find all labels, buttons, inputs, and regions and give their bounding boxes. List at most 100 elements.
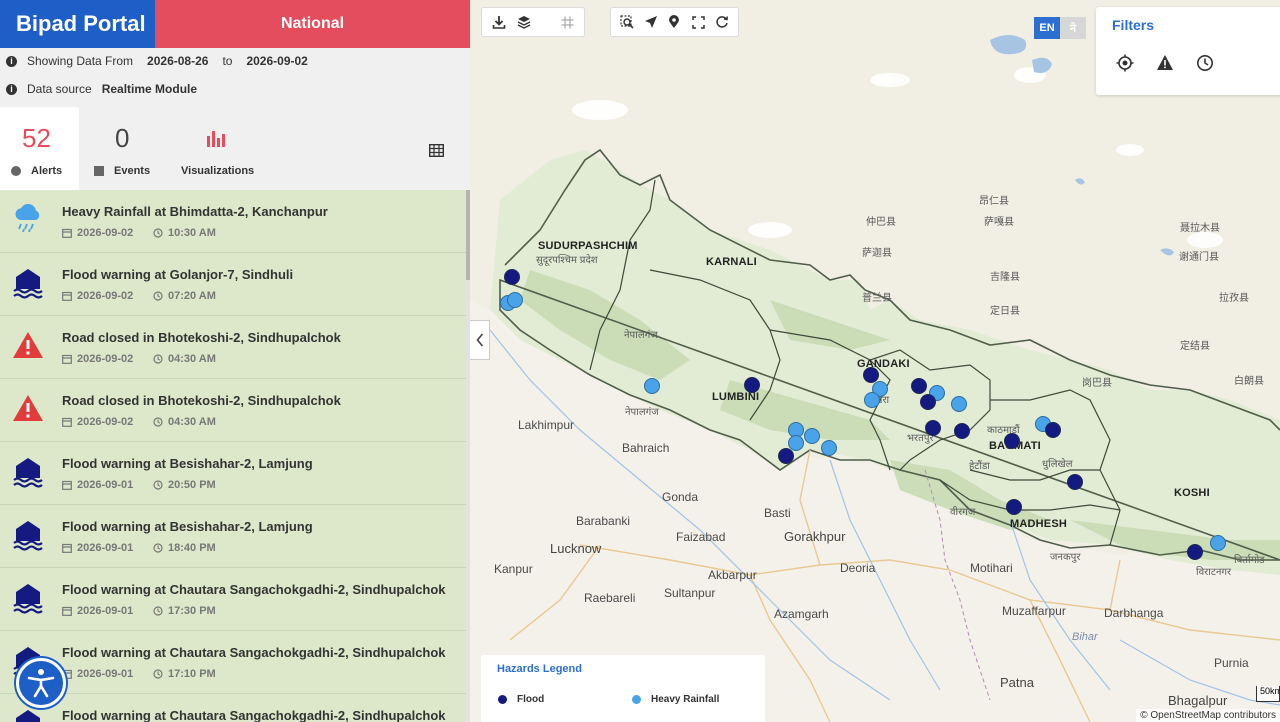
flood-marker[interactable] [911, 378, 927, 394]
fullscreen-icon[interactable] [688, 11, 708, 33]
map-attribution[interactable]: © OpenStreetMap contributors [1136, 709, 1280, 722]
alert-time: 07:20 AM [153, 290, 216, 302]
alert-item[interactable]: Road closed in Bhotekoshi-2, Sindhupalch… [0, 316, 466, 379]
refresh-icon[interactable] [712, 11, 732, 33]
target-location-icon[interactable] [1116, 54, 1134, 72]
alert-time: 17:10 PM [153, 668, 216, 680]
alert-time: 20:50 PM [153, 479, 216, 491]
layers-icon[interactable] [513, 11, 534, 33]
table-view-icon[interactable] [428, 143, 445, 158]
legend-title: Hazards Legend [497, 663, 582, 675]
alert-item[interactable]: Flood warning at Besishahar-2, Lamjung 20… [0, 505, 466, 568]
alert-title: Road closed in Bhotekoshi-2, Sindhupalch… [62, 393, 341, 408]
tab-visualizations[interactable]: Visualizations [165, 107, 275, 190]
clock-icon[interactable] [1196, 54, 1214, 72]
flood-marker[interactable] [1006, 499, 1022, 515]
alert-item[interactable]: Flood warning at Chautara Sangachokgadhi… [0, 631, 466, 694]
sidebar: Bipad Portal National i Showing Data Fro… [0, 0, 470, 722]
alert-item[interactable]: Road closed in Bhotekoshi-2, Sindhupalch… [0, 379, 466, 442]
flood-marker[interactable] [778, 448, 794, 464]
calendar-icon [62, 228, 72, 238]
accessibility-button[interactable] [16, 658, 66, 708]
flood-marker[interactable] [1004, 433, 1020, 449]
scroll-thumb[interactable] [466, 190, 470, 280]
legend-item-flood: Flood [498, 694, 544, 705]
flood-marker[interactable] [504, 269, 520, 285]
zoom-region-icon[interactable] [617, 11, 637, 33]
rain-marker[interactable] [507, 292, 523, 308]
lang-en-button[interactable]: EN [1034, 17, 1060, 39]
place-label: Motihari [970, 561, 1013, 575]
flood-marker[interactable] [920, 394, 936, 410]
bar-chart-icon [206, 128, 228, 153]
tab-alerts[interactable]: 52 Alerts [0, 107, 79, 190]
place-label: 拉孜县 [1219, 293, 1249, 304]
legend-label: Heavy Rainfall [651, 694, 720, 705]
download-icon[interactable] [488, 11, 509, 33]
rain-marker[interactable] [1210, 535, 1226, 551]
flood-icon [12, 267, 44, 299]
clock-icon [153, 228, 163, 238]
place-label: नेपालगंज [625, 407, 659, 418]
calendar-icon [62, 291, 72, 301]
hazard-warning-icon[interactable] [1156, 54, 1174, 72]
calendar-icon [62, 354, 72, 364]
place-label: 萨嘎县 [984, 217, 1014, 228]
alert-time: 10:30 AM [153, 227, 216, 239]
alert-item[interactable]: Flood warning at Chautara Sangachokgadhi… [0, 568, 466, 631]
rain-marker[interactable] [804, 428, 820, 444]
map-toolbar-left [481, 7, 585, 37]
grid-icon[interactable] [557, 11, 578, 33]
alert-title: Heavy Rainfall at Bhimdatta-2, Kanchanpu… [62, 204, 328, 219]
place-label: 谢通门县 [1179, 252, 1219, 263]
place-label: Darbhanga [1104, 606, 1164, 620]
event-square-icon [94, 166, 104, 176]
hazard-map[interactable]: SUDURPASHCHIM सुदूरपश्चिम प्रदेश KARNALI… [470, 0, 1280, 722]
alert-time-text: 10:30 AM [168, 227, 216, 239]
rain-marker[interactable] [864, 392, 880, 408]
rain-marker[interactable] [951, 396, 967, 412]
alert-date-text: 2026-09-02 [77, 290, 134, 302]
region-selector[interactable]: National [155, 0, 470, 48]
alert-list: Heavy Rainfall at Bhimdatta-2, Kanchanpu… [0, 190, 466, 722]
flood-marker[interactable] [1067, 474, 1083, 490]
flood-marker[interactable] [744, 377, 760, 393]
alert-time-text: 17:10 PM [168, 668, 216, 680]
alert-date-text: 2026-09-01 [77, 668, 134, 680]
tab-label: Events [114, 165, 151, 177]
place-label: 昂仁县 [979, 196, 1009, 207]
legend-item-rain: Heavy Rainfall [632, 694, 719, 705]
alert-time-text: 20:50 PM [168, 479, 216, 491]
flood-marker[interactable] [954, 423, 970, 439]
brand-logo[interactable]: Bipad Portal [0, 0, 155, 48]
place-label: 定结县 [1180, 341, 1210, 352]
alerts-count: 52 [22, 123, 51, 153]
lang-ne-button[interactable]: ने [1060, 17, 1086, 39]
place-label: 仲巴县 [866, 217, 896, 228]
alert-item[interactable]: Flood warning at Besishahar-2, Lamjung 20… [0, 442, 466, 505]
flood-marker[interactable] [925, 420, 941, 436]
flood-marker[interactable] [1187, 544, 1203, 560]
alert-item[interactable]: Flood warning at Chautara Sangachokgadhi… [0, 694, 466, 722]
place-label: Muzaffarpur [1002, 604, 1066, 618]
flood-marker[interactable] [1045, 422, 1061, 438]
province-label-np: सुदूरपश्चिम प्रदेश [536, 255, 598, 266]
alert-item[interactable]: Heavy Rainfall at Bhimdatta-2, Kanchanpu… [0, 190, 466, 253]
date-to[interactable]: 2026-09-02 [246, 54, 307, 68]
rain-marker[interactable] [821, 440, 837, 456]
place-label: Sultanpur [664, 586, 716, 600]
place-label: 岗巴县 [1082, 378, 1112, 389]
navigate-icon[interactable] [641, 11, 661, 33]
tab-bar: 52 Alerts 0 Events Visualizations [0, 107, 470, 190]
place-label: हेटौंडा [969, 461, 990, 472]
language-toggle[interactable]: EN ने [1034, 17, 1086, 39]
date-from[interactable]: 2026-08-26 [147, 54, 208, 68]
alert-time: 04:30 AM [153, 416, 216, 428]
rain-marker[interactable] [644, 378, 660, 394]
alert-list-scrollbar[interactable] [466, 190, 470, 722]
collapse-sidebar-button[interactable] [470, 320, 490, 360]
location-pin-icon[interactable] [665, 11, 685, 33]
province-label: KARNALI [706, 256, 757, 268]
tab-events[interactable]: 0 Events [79, 107, 165, 190]
alert-item[interactable]: Flood warning at Golanjor-7, Sindhuli 202… [0, 253, 466, 316]
